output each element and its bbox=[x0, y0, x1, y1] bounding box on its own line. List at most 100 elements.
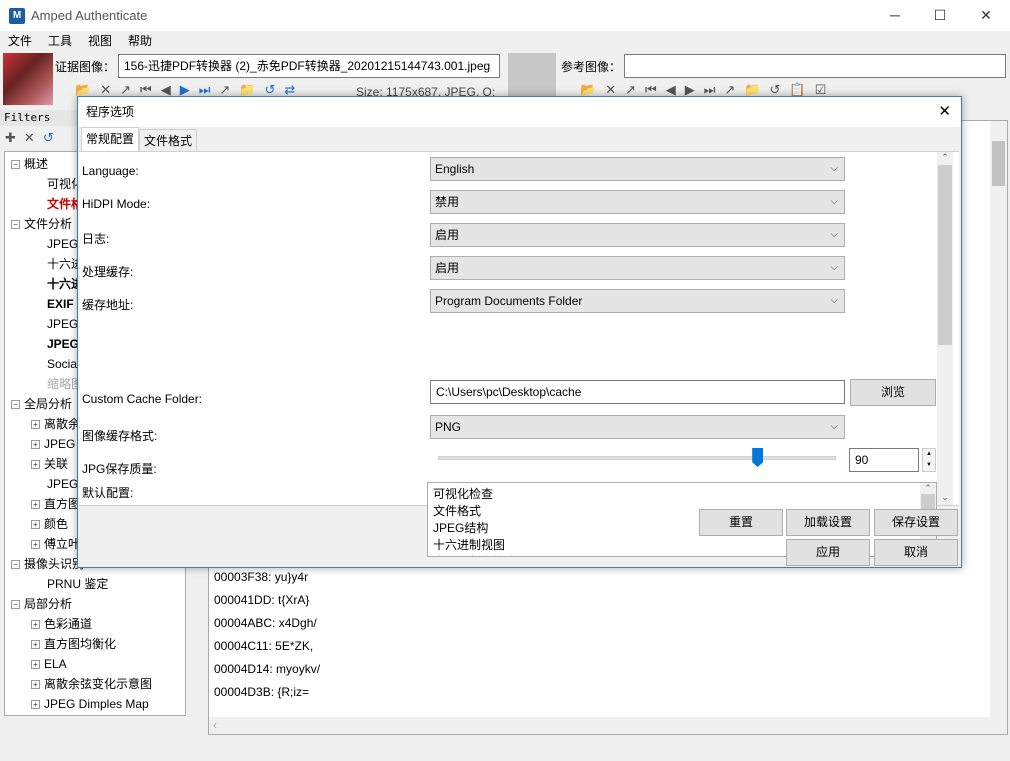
hex-vertical-scrollbar[interactable] bbox=[990, 121, 1007, 734]
jpg-quality-input[interactable]: 90 bbox=[849, 448, 919, 472]
expand-icon[interactable]: + bbox=[31, 420, 40, 430]
spin-down-icon[interactable]: ▼ bbox=[923, 460, 935, 471]
tree-item[interactable]: JPEG bbox=[47, 314, 78, 334]
tree-item[interactable]: + 离散余 bbox=[31, 414, 80, 434]
minimize-button[interactable]: ─ bbox=[872, 0, 918, 31]
tree-item-label: 色彩通道 bbox=[44, 617, 93, 631]
setting-label: 缓存地址: bbox=[82, 298, 134, 312]
menu-tools[interactable]: 工具 bbox=[40, 31, 80, 51]
apply-button[interactable]: 应用 bbox=[786, 539, 870, 566]
expand-icon[interactable]: + bbox=[31, 460, 40, 470]
reset-button[interactable]: 重置 bbox=[699, 509, 783, 536]
tree-item[interactable]: − 概述 bbox=[11, 154, 48, 174]
slider-thumb[interactable] bbox=[752, 448, 764, 467]
tree-item[interactable]: + 离散余弦变化示意图 bbox=[31, 674, 152, 694]
collapse-icon[interactable]: − bbox=[11, 600, 20, 610]
setting-label: HiDPI Mode: bbox=[82, 197, 151, 211]
app-title: Amped Authenticate bbox=[31, 8, 148, 23]
config-list-item[interactable]: 可视化检查 bbox=[433, 485, 493, 502]
expand-icon[interactable]: + bbox=[31, 620, 40, 630]
setting-select[interactable]: 禁用 ⌵ bbox=[430, 190, 845, 214]
app-logo: M bbox=[9, 7, 25, 24]
tab-general[interactable]: 常规配置 bbox=[81, 127, 140, 151]
collapse-icon[interactable]: − bbox=[11, 160, 20, 170]
expand-icon[interactable]: + bbox=[31, 680, 40, 690]
config-list-item[interactable]: 十六进制字符串 bbox=[433, 553, 517, 556]
tree-item-label: 直方图 bbox=[44, 497, 81, 511]
hex-line: 00004D14: myoykv/ bbox=[214, 662, 321, 676]
tree-item[interactable]: − 摄像头识别 bbox=[11, 554, 84, 574]
collapse-icon[interactable]: − bbox=[11, 220, 20, 230]
tree-item[interactable]: + 颜色 bbox=[31, 514, 68, 534]
expand-icon[interactable]: + bbox=[31, 500, 40, 510]
config-list-item[interactable]: JPEG结构 bbox=[433, 519, 488, 536]
tree-item[interactable]: + 色彩通道 bbox=[31, 614, 92, 634]
maximize-button[interactable]: ☐ bbox=[917, 0, 963, 31]
refresh-icon[interactable]: ↺ bbox=[43, 130, 54, 146]
tree-item[interactable]: + 直方图均衡化 bbox=[31, 634, 116, 654]
dialog-title: 程序选项 bbox=[86, 105, 135, 119]
reference-file-field[interactable] bbox=[624, 54, 1006, 78]
cache-folder-input[interactable]: C:\Users\pc\Desktop\cache bbox=[430, 380, 845, 404]
tree-item[interactable]: + JPEG bbox=[31, 434, 75, 454]
expand-icon[interactable]: + bbox=[31, 440, 40, 450]
tree-item[interactable]: + 傅立叶 bbox=[31, 534, 80, 554]
expand-icon[interactable]: + bbox=[31, 660, 40, 670]
tree-item[interactable]: JPEG bbox=[47, 474, 78, 494]
setting-label: Language: bbox=[82, 164, 139, 178]
config-list-item[interactable]: 文件格式 bbox=[433, 502, 481, 519]
load-settings-button[interactable]: 加载设置 bbox=[786, 509, 870, 536]
jpg-quality-slider[interactable] bbox=[438, 448, 836, 467]
quality-spinner[interactable]: ▲ ▼ bbox=[922, 448, 936, 472]
delete-icon[interactable]: ✕ bbox=[24, 130, 35, 146]
tree-item[interactable]: + 直方图 bbox=[31, 494, 80, 514]
expand-icon[interactable]: + bbox=[31, 700, 40, 710]
dialog-vertical-scrollbar[interactable]: ⌃ ⌄ bbox=[937, 152, 953, 505]
chevron-down-icon: ⌵ bbox=[830, 295, 838, 306]
new-icon[interactable]: ✚ bbox=[5, 130, 16, 146]
chevron-down-icon: ⌵ bbox=[830, 229, 838, 240]
config-list-item[interactable]: 十六进制视图 bbox=[433, 536, 505, 553]
tree-item[interactable]: EXIF bbox=[47, 294, 74, 314]
setting-value: English bbox=[435, 162, 475, 176]
tree-item[interactable]: JPEG bbox=[47, 234, 78, 254]
tree-item[interactable]: PRNU 鉴定 bbox=[47, 574, 108, 594]
save-settings-button[interactable]: 保存设置 bbox=[874, 509, 958, 536]
chevron-down-icon: ⌵ bbox=[830, 421, 838, 432]
menu-file[interactable]: 文件 bbox=[0, 31, 40, 51]
hex-line: 000041DD: t{XrA} bbox=[214, 593, 310, 607]
tree-item-label: JPEG bbox=[44, 437, 76, 451]
close-button[interactable]: ✕ bbox=[963, 0, 1009, 31]
spin-up-icon[interactable]: ▲ bbox=[923, 449, 935, 460]
collapse-icon[interactable]: − bbox=[11, 560, 20, 570]
setting-select[interactable]: 启用 ⌵ bbox=[430, 256, 845, 280]
evidence-file-field[interactable]: 156-迅捷PDF转换器 (2)_赤免PDF转换器_20201215144743… bbox=[118, 54, 500, 78]
reference-label: 参考图像： bbox=[561, 60, 622, 74]
tree-item[interactable]: − 全局分析 bbox=[11, 394, 72, 414]
collapse-icon[interactable]: − bbox=[11, 400, 20, 410]
hex-line: 00004D3B: {R;iz= bbox=[214, 685, 310, 699]
tree-item[interactable]: + 关联 bbox=[31, 454, 68, 474]
cancel-button[interactable]: 取消 bbox=[874, 539, 958, 566]
tree-item[interactable]: − 局部分析 bbox=[11, 594, 72, 614]
expand-icon[interactable]: + bbox=[31, 540, 40, 550]
tree-item-label: JPEG Dimples Map bbox=[44, 697, 149, 711]
hex-horizontal-scrollbar[interactable]: ‹ bbox=[209, 717, 991, 734]
expand-icon[interactable]: + bbox=[31, 640, 40, 650]
tab-file-format[interactable]: 文件格式 bbox=[139, 129, 198, 151]
tree-item[interactable]: + ELA bbox=[31, 654, 67, 674]
tree-item[interactable]: − 文件分析 bbox=[11, 214, 72, 234]
setting-select[interactable]: English ⌵ bbox=[430, 157, 845, 181]
setting-select[interactable]: Program Documents Folder ⌵ bbox=[430, 289, 845, 313]
tree-item[interactable]: + JPEG Dimples Map bbox=[31, 694, 149, 714]
tree-item[interactable]: Socia bbox=[47, 354, 77, 374]
menu-help[interactable]: 帮助 bbox=[120, 31, 160, 51]
tree-item[interactable]: JPEG bbox=[47, 334, 79, 354]
dialog-close-button[interactable]: ✕ bbox=[938, 97, 951, 127]
general-settings-panel: Custom Cache Folder: C:\Users\pc\Desktop… bbox=[79, 151, 959, 557]
browse-button[interactable]: 浏览 bbox=[850, 379, 936, 406]
image-format-select[interactable]: PNG ⌵ bbox=[430, 415, 845, 439]
expand-icon[interactable]: + bbox=[31, 520, 40, 530]
menu-view[interactable]: 视图 bbox=[80, 31, 120, 51]
setting-select[interactable]: 启用 ⌵ bbox=[430, 223, 845, 247]
